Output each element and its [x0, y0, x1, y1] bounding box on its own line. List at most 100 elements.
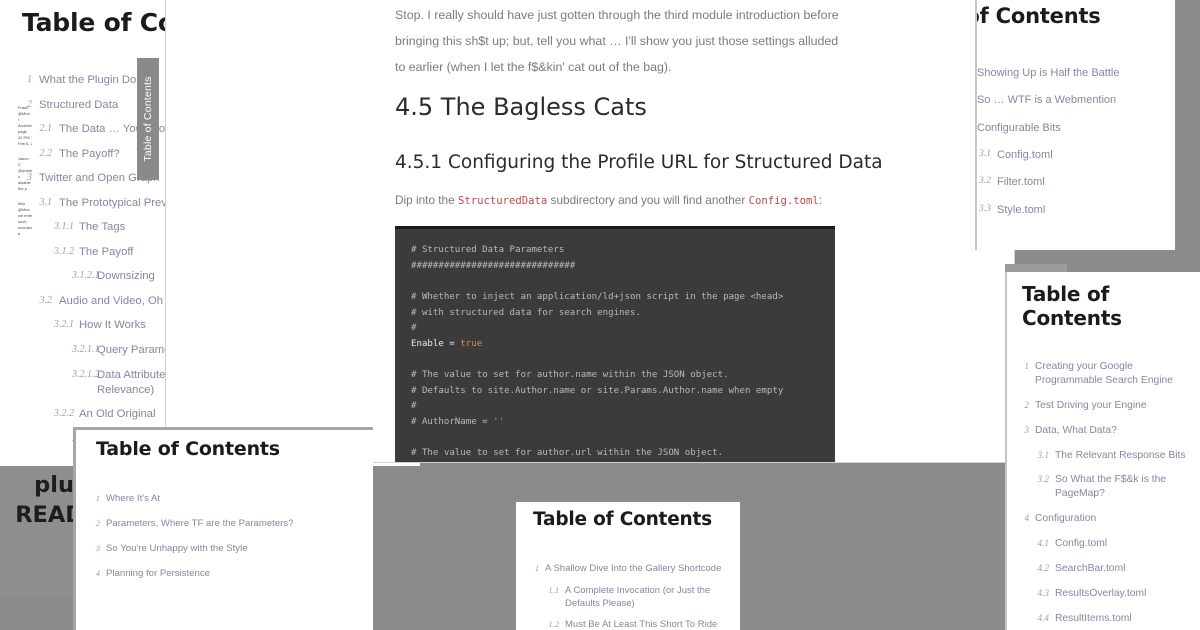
toc-item-number: 2 [1024, 399, 1029, 410]
toc-item[interactable]: 2So … WTF is a Webmention [977, 93, 1175, 108]
toc-item-number: 1 [95, 493, 100, 503]
toc-item[interactable]: 4.3 ResultsOverlay.toml [1015, 587, 1200, 601]
toc-item-number: 1 [1024, 361, 1029, 371]
toc-item-label: Style.toml [997, 203, 1046, 216]
code-line: # [411, 323, 417, 334]
code-line: # [411, 401, 417, 412]
toc-item-label: ResultItems.toml [1055, 612, 1132, 624]
toc-item[interactable]: 3 So You're Unhappy with the Style [88, 543, 373, 556]
toc-item[interactable]: 3.2 Filter.toml [977, 175, 1175, 190]
toc-item[interactable]: 4.1 Config.toml [1015, 537, 1200, 551]
inline-code-configtoml: Config.toml [748, 195, 819, 207]
page-title: Table of Contents [1022, 282, 1122, 330]
toc-item[interactable]: 1 A Shallow Dive Into the Gallery Shortco… [525, 563, 740, 576]
article-heading-3: 4.5.1 Configuring the Profile URL for St… [395, 152, 883, 173]
toc-item-label: The Relevant Response Bits [1055, 449, 1186, 461]
toc-item-number: 3.1.2.1 [72, 270, 100, 282]
toc-item-number: 3 [95, 542, 100, 553]
toc-panel-style: Table of Contents 1 Where It's At 2 Paramet… [73, 427, 373, 630]
toc-item[interactable]: 3.1 The Relevant Response Bits [1015, 449, 1200, 463]
toc-item[interactable]: 3 Data, What Data? [1015, 424, 1200, 438]
toc-item-label: Creating your Google Programmable Search… [1035, 361, 1173, 386]
code-line: # Defaults to site.Author.name or site.P… [411, 385, 784, 396]
code-line: # The value to set for author.url within… [411, 448, 724, 459]
article-dip-line: Dip into the StructuredData subdirectory… [395, 193, 855, 207]
toc-panel-webmentions: Table of Contents 1Showing Up is Half th… [975, 0, 1175, 250]
toc-item-label: Planning for Persistence [106, 567, 210, 579]
toc-list: 1 Creating your Google Programmable Searc… [1015, 360, 1200, 630]
toc-item-label: Test Driving your Engine [1035, 399, 1147, 411]
toc-item-number: 3.2 [979, 175, 991, 187]
toc-item-label: So You're Unhappy with the Style [106, 542, 248, 554]
toc-item[interactable]: 1.2 Must Be At Least This Short To Ride [525, 619, 740, 630]
dip-suffix: : [818, 193, 823, 207]
toc-item-number: 4.4 [1037, 612, 1049, 623]
toc-item-label: ResultsOverlay.toml [1055, 587, 1147, 599]
toc-item-number: 4.3 [1037, 587, 1049, 598]
toc-item-number: 3.1.2 [54, 245, 74, 257]
toc-panel-gallery: Table of Contents 1 A Shallow Dive Into t… [516, 502, 740, 630]
toc-item-number: 3.3 [979, 202, 991, 214]
toc-item[interactable]: 1Showing Up is Half the Battle [977, 66, 1175, 81]
code-block-toml: # Structured Data Parameters ############… [395, 226, 835, 463]
toc-side-tab[interactable]: Table of Contents [137, 58, 159, 180]
toc-list: 1Showing Up is Half the Battle 2So … WTF … [977, 66, 1175, 218]
toc-item-number: 1 [27, 74, 32, 85]
toc-item-label: Filter.toml [997, 176, 1045, 189]
code-line: ############################## [411, 260, 576, 271]
toc-item-label: Where It's At [106, 493, 161, 504]
toc-item[interactable]: 4 Planning for Persistence [88, 568, 373, 581]
toc-item-label: Config.toml [997, 149, 1053, 162]
toc-item-label: A Shallow Dive Into the Gallery Shortcod… [545, 563, 722, 574]
toc-item-label: Data, What Data? [1035, 424, 1117, 436]
article-paragraph: Stop. I really should have just gotten t… [395, 8, 839, 75]
toc-item-number: 1.1 [548, 585, 559, 595]
toc-item[interactable]: 2 Parameters, Where TF are the Parameters… [88, 518, 373, 531]
code-line: # AuthorName = '' [411, 417, 505, 428]
mention-text: Jason C @prank o disable the p [18, 156, 32, 191]
toc-item-label: Showing Up is Half the Battle [977, 67, 1120, 79]
code-line: # Whether to inject an application/ld+js… [411, 291, 784, 302]
code-line: # Defaults to site.Author.profileurl whe… [411, 462, 835, 463]
toc-item-number: 3.1 [1037, 449, 1049, 460]
dip-prefix: Dip into the [395, 193, 458, 207]
toc-item[interactable]: 1.1 A Complete Invocation (or Just the De… [525, 585, 740, 611]
toc-item-number: 2.1 [39, 123, 53, 135]
mention-text: billo@Moowe enter suchmocracies, b [18, 201, 32, 236]
toc-item[interactable]: 3Configurable Bits [977, 121, 1175, 136]
screenshot-collage: Table of Contents 1 What the Plugin Does 2… [0, 0, 1200, 630]
toc-item-number: 3.1 [39, 196, 53, 208]
toc-item[interactable]: 4 Configuration [1015, 512, 1200, 526]
toc-item-label: Configurable Bits [977, 121, 1061, 134]
page-title: Table of Contents [977, 4, 1101, 28]
toc-item[interactable]: 3.1 Config.toml [977, 148, 1175, 163]
code-line: # Structured Data Parameters [411, 245, 565, 255]
toc-panel-search-engine: Table of Contents 1 Creating your Google … [1005, 272, 1200, 630]
toc-item-number: 3.2 [1037, 474, 1049, 485]
code-line: Enable = true [411, 338, 483, 349]
toc-item[interactable]: 1 Where It's At [88, 493, 373, 506]
dip-middle: subdirectory and you will find another [547, 193, 749, 207]
toc-item-number: 3.2.1.2 [72, 368, 100, 380]
toc-item[interactable]: 4.2 SearchBar.toml [1015, 562, 1200, 576]
toc-item-label: Must Be At Least This Short To Ride [565, 619, 718, 630]
toc-item[interactable]: 3.2 So What the F$&k is the PageMap? [1015, 473, 1200, 501]
toc-item-number: 3.2.2 [54, 408, 74, 420]
toc-item-label: Parameters, Where TF are the Parameters? [106, 517, 294, 529]
toc-side-tab-label: Table of Contents [142, 76, 154, 162]
toc-item[interactable]: 3.3 Style.toml [977, 202, 1175, 218]
toc-item-number: 4.1 [1037, 538, 1049, 549]
toc-item-number: 3.2 [39, 294, 53, 306]
toc-item-number: 3.1.1 [54, 221, 74, 233]
toc-item[interactable]: 2 Test Driving your Engine [1015, 399, 1200, 413]
code-line: # The value to set for author.name withi… [411, 370, 729, 381]
inline-code-structureddata: StructuredData [457, 195, 548, 207]
page-title: Table of Contents [533, 509, 712, 530]
toc-item-number: 3.2.1 [54, 319, 74, 331]
toc-item-number: 3 [1024, 424, 1029, 435]
toc-item[interactable]: 1 Creating your Google Programmable Searc… [1015, 360, 1200, 388]
toc-item-number: 2.2 [39, 147, 53, 159]
toc-item[interactable]: 4.4 ResultItems.toml [1015, 612, 1200, 626]
toc-item-number: 3.1 [979, 148, 991, 160]
